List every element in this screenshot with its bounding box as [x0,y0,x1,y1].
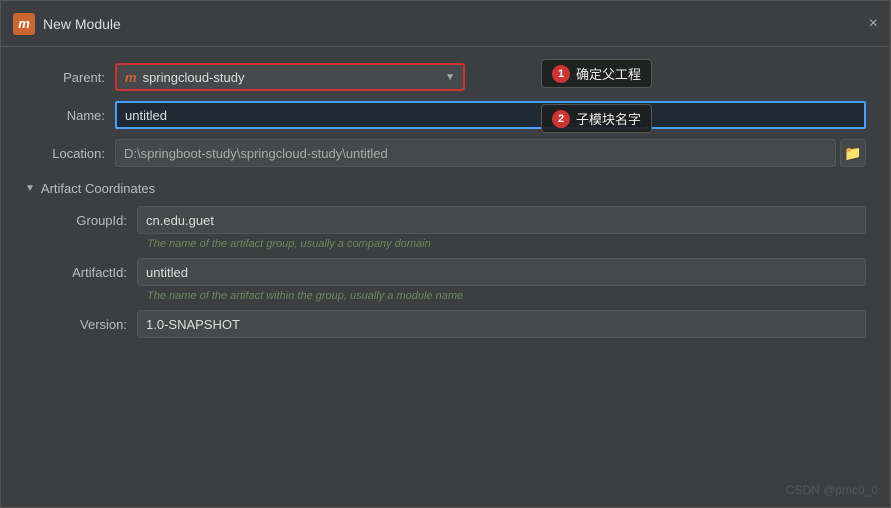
location-row: Location: D:\springboot-study\springclou… [25,139,866,167]
parent-dropdown[interactable]: m springcloud-study ▼ [115,63,465,91]
parent-value: springcloud-study [143,70,446,85]
dialog-icon: m [13,13,35,35]
dialog-title: New Module [43,16,121,32]
name-input[interactable] [125,108,856,123]
groupid-label: GroupId: [37,213,137,228]
annotation-1: 1 确定父工程 [541,59,652,88]
name-input-wrapper [115,101,866,129]
groupid-hint: The name of the artifact group, usually … [147,238,866,250]
dialog-body: Parent: m springcloud-study ▼ Name: Loca… [1,47,890,358]
parent-label: Parent: [25,70,115,85]
annotation-text-2: 子模块名字 [576,109,641,128]
dialog-title-bar: m New Module × [1,1,890,47]
version-row: Version: [37,310,866,338]
groupid-input[interactable] [137,206,866,234]
name-label: Name: [25,108,115,123]
section-collapse-icon[interactable]: ▼ [25,183,35,194]
dropdown-arrow-icon: ▼ [445,72,455,83]
new-module-dialog: m New Module × Parent: m springcloud-stu… [0,0,891,508]
artifact-section-header: ▼ Artifact Coordinates [25,181,866,196]
artifactid-hint: The name of the artifact within the grou… [147,290,866,302]
artifactid-input[interactable] [137,258,866,286]
artifactid-row: ArtifactId: [37,258,866,286]
location-value: D:\springboot-study\springcloud-study\un… [124,146,388,161]
groupid-row: GroupId: [37,206,866,234]
watermark: CSDN @pmc0_0 [786,483,878,497]
artifact-body: GroupId: The name of the artifact group,… [25,206,866,338]
dialog-close-button[interactable]: × [869,16,878,32]
annotation-text-1: 确定父工程 [576,64,641,83]
version-label: Version: [37,317,137,332]
annotation-num-2: 2 [552,110,570,128]
annotation-2: 2 子模块名字 [541,104,652,133]
version-input[interactable] [137,310,866,338]
section-title: Artifact Coordinates [41,181,155,196]
parent-maven-icon: m [125,70,137,85]
artifactid-label: ArtifactId: [37,265,137,280]
annotation-num-1: 1 [552,65,570,83]
location-browse-button[interactable]: 📁 [840,139,866,167]
location-label: Location: [25,146,115,161]
name-row: Name: [25,101,866,129]
folder-icon: 📁 [844,145,861,162]
location-field: D:\springboot-study\springcloud-study\un… [115,139,836,167]
parent-row: Parent: m springcloud-study ▼ [25,63,866,91]
